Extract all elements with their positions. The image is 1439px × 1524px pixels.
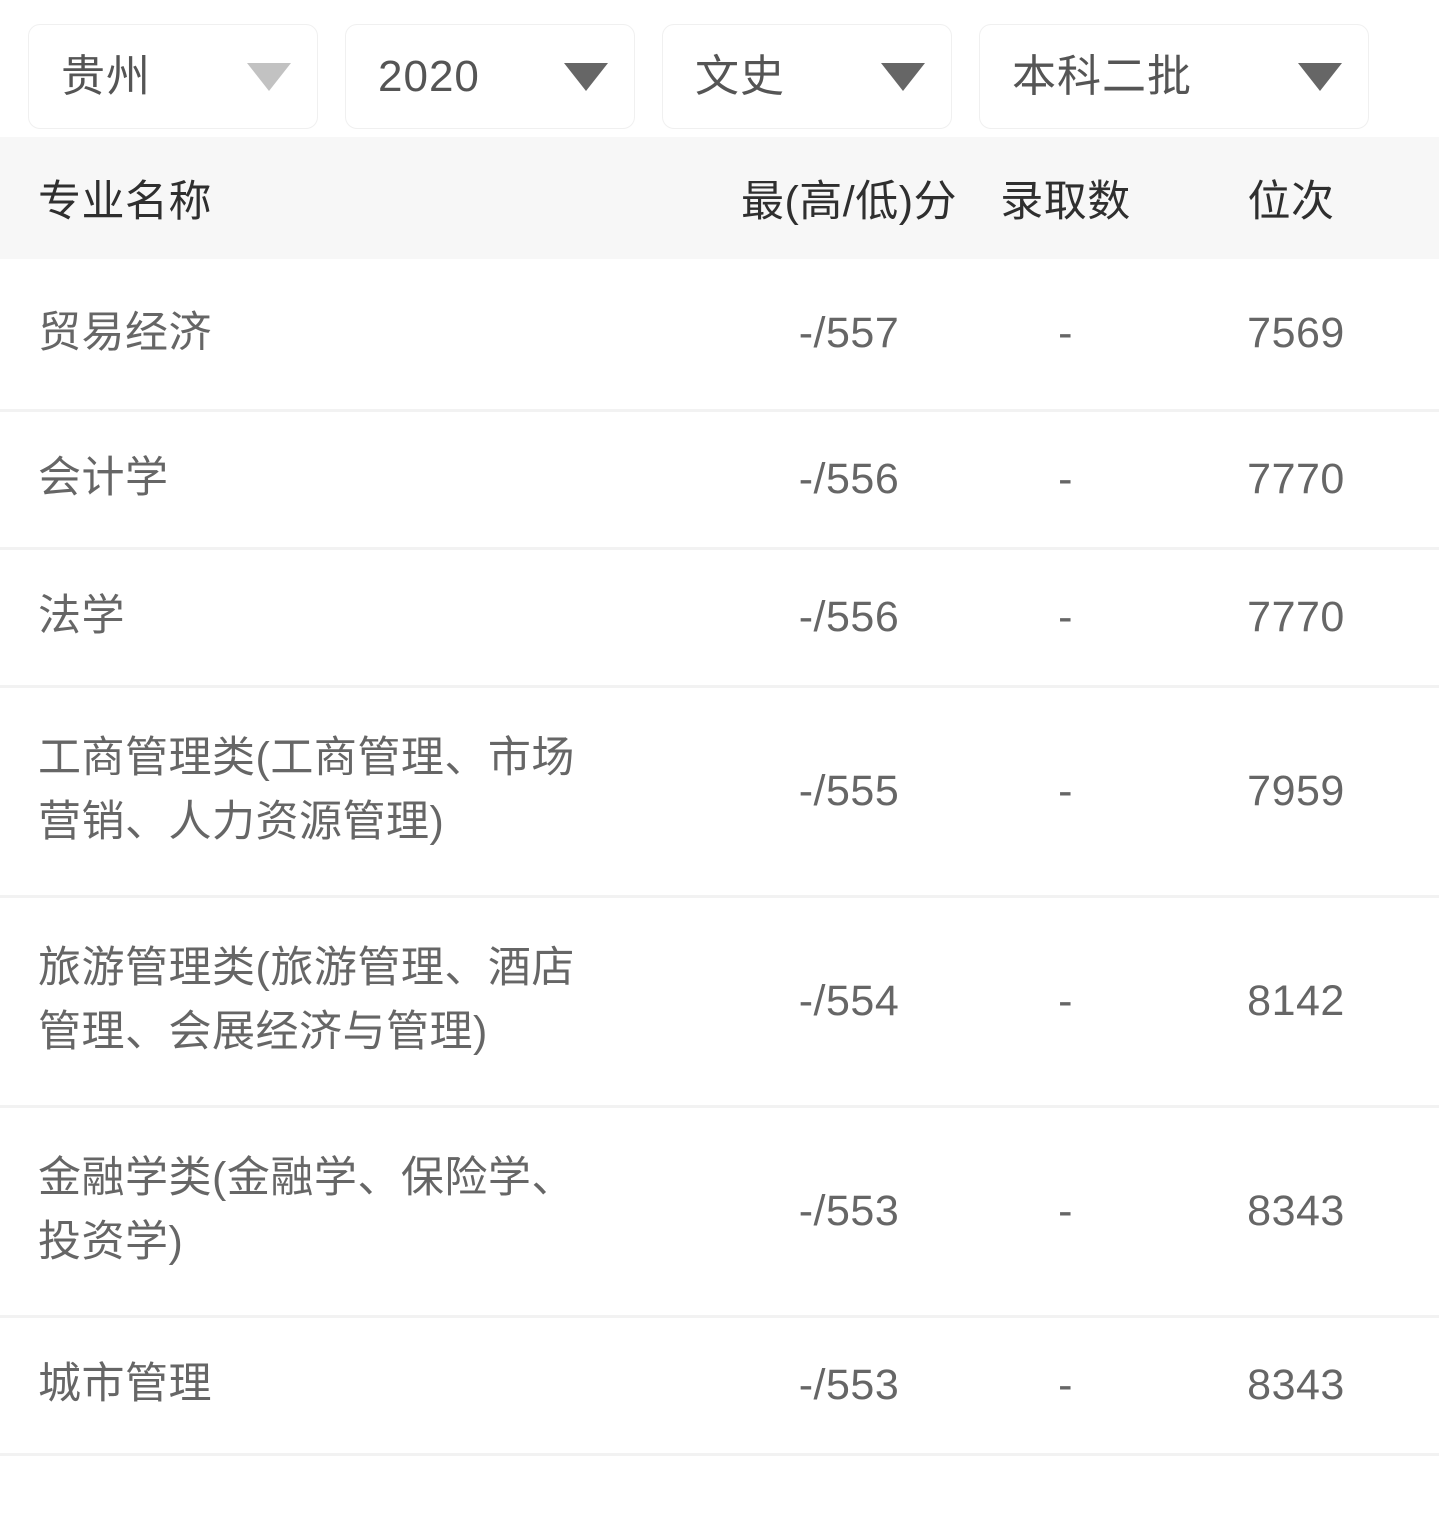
cell-score: -/555 (720, 686, 978, 898)
province-select[interactable]: 贵州 (28, 24, 318, 129)
cell-admitted-partial (978, 1454, 1153, 1524)
cell-admitted: - (978, 1316, 1153, 1456)
column-header-score[interactable]: 最(高/低)分 (720, 137, 978, 259)
table-row[interactable]: 法学 -/556 - 7770 (0, 548, 1439, 688)
cell-admitted: - (978, 410, 1153, 550)
cell-rank: 8343 (1153, 1316, 1439, 1456)
table-body: 贸易经济 -/557 - 7569 会计学 -/556 - 7770 法学 -/… (0, 259, 1439, 1524)
chevron-down-icon (1298, 62, 1342, 91)
cell-major: 会计学 (0, 410, 720, 550)
cell-major: 金融学类(金融学、保险学、投资学) (0, 1106, 720, 1318)
subject-select-value: 文史 (695, 51, 785, 101)
cell-admitted: - (978, 686, 1153, 898)
cell-major: 城市管理 (0, 1316, 720, 1456)
cell-major: 旅游管理类(旅游管理、酒店管理、会展经济与管理) (0, 896, 720, 1108)
column-header-admitted[interactable]: 录取数 (978, 137, 1153, 259)
table-header-row: 专业名称 最(高/低)分 录取数 位次 (0, 137, 1439, 259)
cell-rank: 7959 (1153, 686, 1439, 898)
cell-admitted: - (978, 896, 1153, 1108)
cell-major: 工商管理类(工商管理、市场营销、人力资源管理) (0, 686, 720, 898)
batch-select[interactable]: 本科二批 (979, 24, 1369, 129)
batch-select-value: 本科二批 (1012, 51, 1192, 101)
cell-major: 法学 (0, 548, 720, 688)
table-row[interactable]: 城市管理 -/553 - 8343 (0, 1316, 1439, 1456)
column-header-rank[interactable]: 位次 (1153, 137, 1439, 259)
subject-select[interactable]: 文史 (662, 24, 952, 129)
cell-rank: 7770 (1153, 410, 1439, 550)
year-select[interactable]: 2020 (345, 24, 635, 129)
cell-rank: 8142 (1153, 896, 1439, 1108)
cell-rank-partial (1153, 1454, 1439, 1524)
filter-bar: 贵州 2020 文史 本科二批 (0, 0, 1439, 137)
column-header-major[interactable]: 专业名称 (0, 137, 720, 259)
year-select-value: 2020 (378, 51, 480, 101)
chevron-down-icon (564, 62, 608, 91)
table-row[interactable]: 会计学 -/556 - 7770 (0, 410, 1439, 550)
cell-score: -/556 (720, 410, 978, 550)
table-row[interactable]: 旅游管理类(旅游管理、酒店管理、会展经济与管理) -/554 - 8142 (0, 896, 1439, 1108)
cell-admitted: - (978, 1106, 1153, 1318)
cell-major-partial (0, 1454, 720, 1524)
cell-score: -/553 (720, 1106, 978, 1318)
cell-score: -/556 (720, 548, 978, 688)
table-head: 专业名称 最(高/低)分 录取数 位次 (0, 137, 1439, 259)
cell-rank: 8343 (1153, 1106, 1439, 1318)
chevron-down-icon (247, 62, 291, 91)
table-row[interactable]: 金融学类(金融学、保险学、投资学) -/553 - 8343 (0, 1106, 1439, 1318)
cell-rank: 7770 (1153, 548, 1439, 688)
cell-admitted: - (978, 259, 1153, 412)
cell-admitted: - (978, 548, 1153, 688)
cell-score: -/554 (720, 896, 978, 1108)
cell-score: -/557 (720, 259, 978, 412)
cell-score-partial (720, 1454, 978, 1524)
province-select-value: 贵州 (61, 51, 151, 101)
cell-major: 贸易经济 (0, 259, 720, 412)
table-row-partial (0, 1454, 1439, 1524)
table-row[interactable]: 贸易经济 -/557 - 7569 (0, 259, 1439, 412)
majors-score-table: 专业名称 最(高/低)分 录取数 位次 贸易经济 -/557 - 7569 会计… (0, 137, 1439, 1524)
cell-rank: 7569 (1153, 259, 1439, 412)
chevron-down-icon (881, 62, 925, 91)
table-row[interactable]: 工商管理类(工商管理、市场营销、人力资源管理) -/555 - 7959 (0, 686, 1439, 898)
cell-score: -/553 (720, 1316, 978, 1456)
